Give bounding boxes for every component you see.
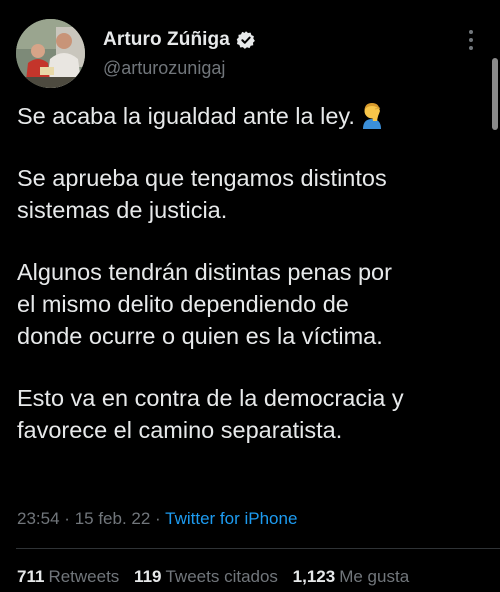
retweets-stat[interactable]: 711 Retweets	[17, 567, 119, 586]
author-block: Arturo Zúñiga @arturozunigaj	[103, 28, 256, 79]
retweets-label: Retweets	[48, 567, 120, 586]
tweet-paragraph: Se acaba la igualdad ante la ley.	[17, 100, 487, 132]
display-name[interactable]: Arturo Zúñiga	[103, 29, 230, 51]
quotes-count: 119	[134, 567, 162, 586]
user-handle[interactable]: @arturozunigaj	[103, 58, 256, 79]
tweet-source-link[interactable]: Twitter for iPhone	[165, 509, 297, 528]
tweet: Arturo Zúñiga @arturozunigaj Se acaba la…	[0, 0, 500, 592]
tweet-paragraph: Esto va en contra de la democracia y fav…	[17, 385, 404, 443]
tweet-time[interactable]: 23:54	[17, 509, 60, 528]
tweet-text: Se acaba la igualdad ante la ley. Se apr…	[17, 100, 487, 446]
likes-label: Me gusta	[339, 567, 410, 586]
likes-count: 1,123	[292, 567, 336, 586]
avatar-photo	[16, 19, 85, 88]
tweet-paragraph-text: Se acaba la igualdad ante la ley.	[17, 103, 355, 129]
man-facepalming-emoji-icon	[359, 101, 387, 129]
meta-separator: ·	[155, 509, 161, 528]
tweet-stats: 711 Retweets 119 Tweets citados 1,123 Me gu…	[17, 567, 419, 587]
quotes-label: Tweets citados	[165, 567, 278, 586]
tweet-paragraph: Algunos tendrán distintas penas por el m…	[17, 259, 392, 349]
quotes-stat[interactable]: 119 Tweets citados	[134, 567, 278, 586]
display-name-row: Arturo Zúñiga	[103, 28, 256, 52]
tweet-meta: 23:54 · 15 feb. 22 · Twitter for iPhone	[17, 509, 297, 529]
verified-badge-icon	[236, 30, 256, 50]
divider	[16, 548, 500, 549]
likes-stat[interactable]: 1,123 Me gusta	[293, 567, 409, 586]
meta-separator: ·	[64, 509, 70, 528]
more-options-icon[interactable]	[462, 30, 480, 54]
tweet-date[interactable]: 15 feb. 22	[75, 509, 151, 528]
tweet-paragraph: Se aprueba que tengamos distintos sistem…	[17, 165, 387, 223]
avatar[interactable]	[16, 19, 85, 88]
scrollbar[interactable]	[492, 58, 498, 130]
retweets-count: 711	[17, 567, 45, 586]
